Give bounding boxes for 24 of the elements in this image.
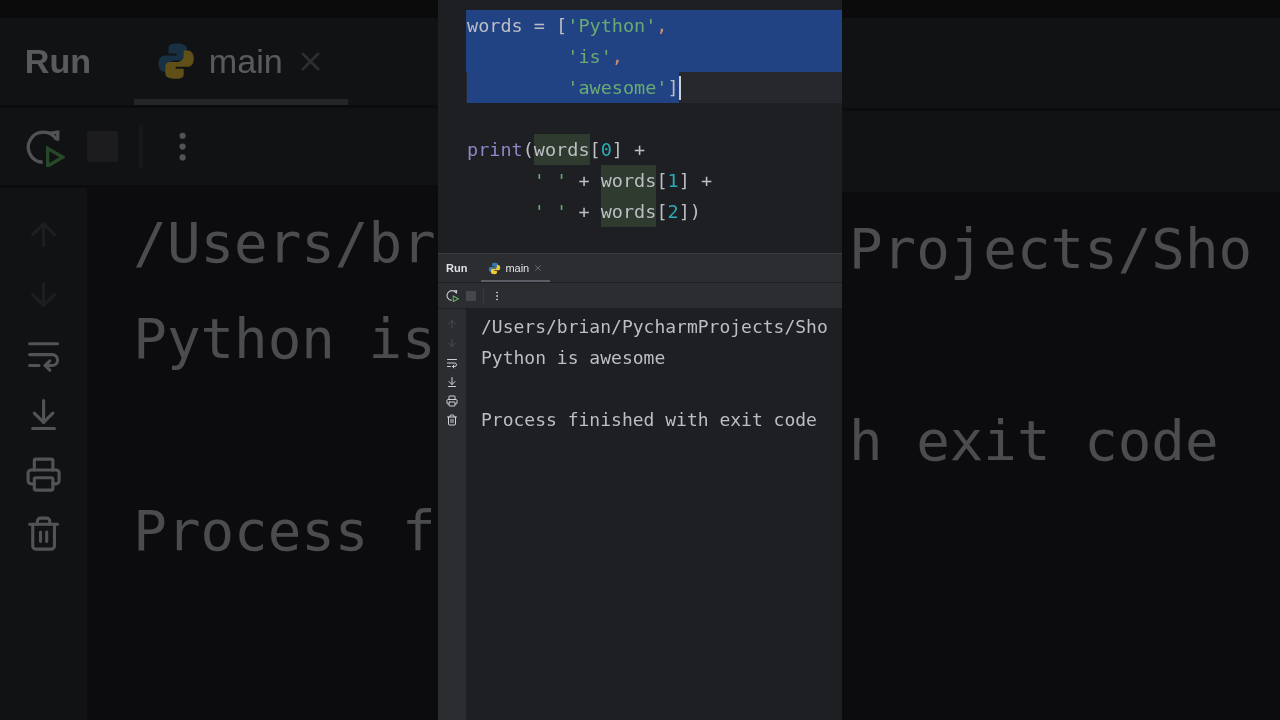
trash-icon[interactable] [446, 414, 458, 427]
arrow-down-icon[interactable] [446, 337, 458, 350]
print-icon[interactable] [446, 395, 458, 408]
file-type-icon [488, 261, 502, 275]
file-type-icon [156, 41, 197, 82]
arrow-up-icon[interactable] [446, 318, 458, 330]
wrap-icon[interactable] [446, 356, 458, 369]
panel-title: Run [24, 41, 92, 81]
console-line: Python is [133, 304, 437, 373]
stop-icon[interactable] [466, 290, 476, 301]
console-line: Projects/Sho [849, 215, 1254, 283]
console-line: h exit code [849, 407, 1220, 476]
code-line: ' ' + words[1] + [466, 165, 842, 196]
code-line: ' ' + words[2]) [466, 196, 842, 227]
console-line: /Users/br [133, 208, 437, 277]
close-icon[interactable] [533, 263, 544, 273]
console-line: Process finished with exit code [481, 408, 818, 432]
panel-title: Run [446, 262, 468, 274]
console-line: Process f [133, 496, 437, 565]
console-line: /Users/brian/PycharmProjects/Sho [481, 315, 829, 339]
scroll-end-icon[interactable] [446, 375, 458, 388]
code-line: print(words[0] + [466, 134, 842, 165]
console-line: Python is awesome [481, 346, 667, 370]
rerun-icon[interactable] [446, 289, 459, 302]
